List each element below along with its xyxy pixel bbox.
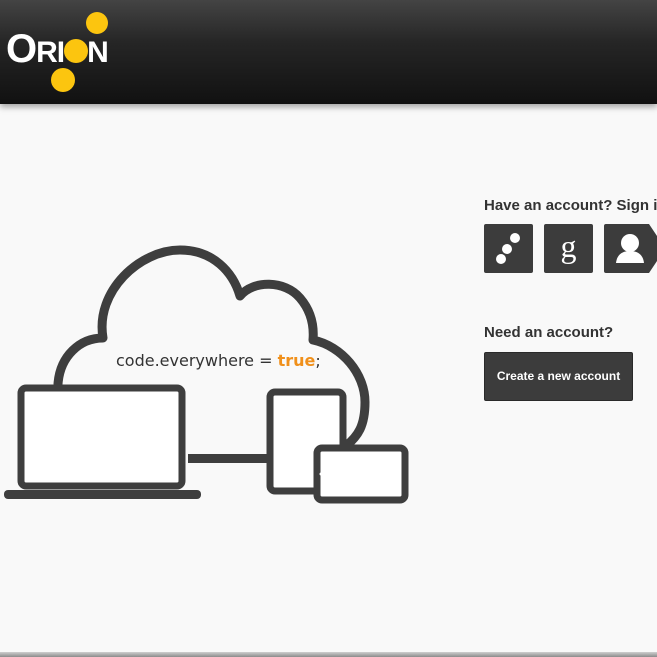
phone bbox=[313, 444, 409, 504]
orion-logo[interactable]: ORI N bbox=[0, 0, 130, 104]
code-value: true bbox=[278, 351, 316, 370]
create-account-button[interactable]: Create a new account bbox=[484, 352, 633, 401]
need-account-heading: Need an account? bbox=[484, 324, 614, 341]
logo-dots-icon bbox=[51, 12, 108, 92]
logo-dot-top bbox=[86, 12, 108, 34]
code-text: code.everywhere = true; bbox=[116, 351, 321, 370]
logo-dot-middle bbox=[64, 39, 88, 63]
orion-signin-button[interactable] bbox=[484, 224, 533, 273]
persona-signin-button[interactable] bbox=[604, 224, 657, 273]
orion-dots-icon bbox=[496, 233, 520, 264]
cloud-devices-illustration: code.everywhere = true; bbox=[4, 245, 409, 504]
phone-home-button bbox=[319, 472, 323, 476]
header-bar: ORI N bbox=[0, 0, 657, 104]
footer-divider bbox=[0, 652, 657, 657]
code-prefix: code.everywhere = bbox=[116, 351, 278, 370]
device-connector bbox=[188, 454, 268, 463]
persona-person-icon bbox=[616, 224, 657, 273]
google-signin-button[interactable]: g bbox=[544, 224, 593, 273]
signin-heading: Have an account? Sign in bbox=[484, 197, 657, 214]
svg-text:g: g bbox=[561, 228, 577, 264]
laptop-base bbox=[4, 490, 201, 499]
google-g-icon: g bbox=[561, 228, 577, 264]
logo-dot-bottom bbox=[51, 68, 75, 92]
code-suffix: ; bbox=[315, 351, 320, 370]
laptop-screen bbox=[17, 384, 186, 490]
